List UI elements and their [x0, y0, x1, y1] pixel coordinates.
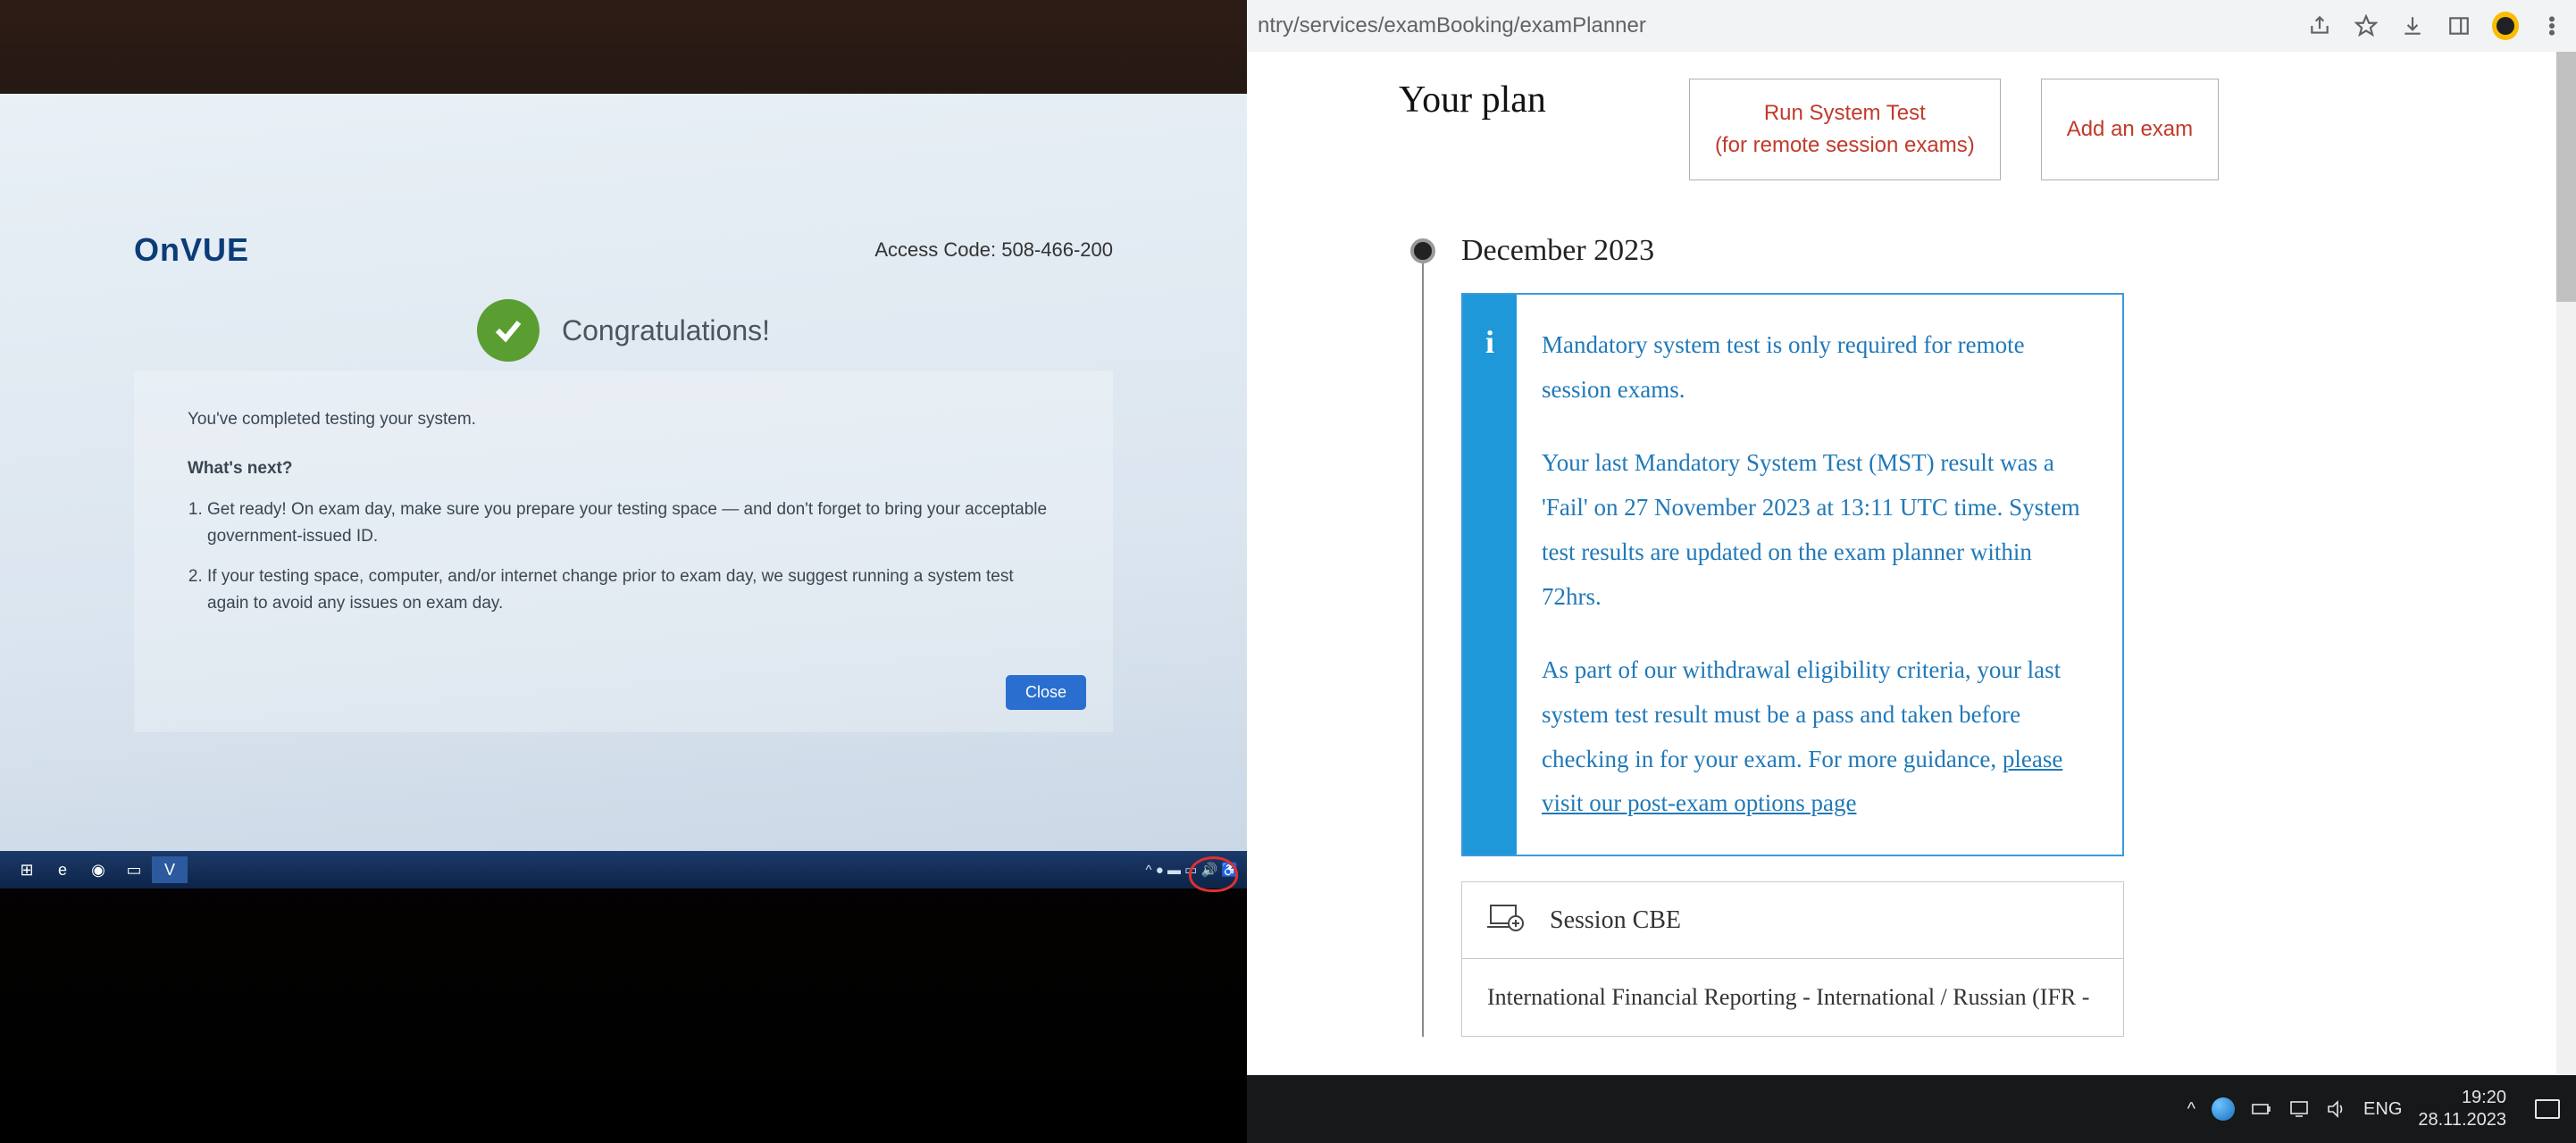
explorer-icon[interactable]: ▭: [116, 856, 152, 883]
info-p3: As part of our withdrawal eligibility cr…: [1542, 648, 2097, 827]
hand-drawn-circle: [1189, 856, 1238, 892]
add-exam-button[interactable]: Add an exam: [2041, 79, 2219, 180]
tray-volume-icon[interactable]: [2326, 1098, 2347, 1120]
onvue-task-icon[interactable]: V: [152, 856, 188, 883]
windows-start-icon[interactable]: ⊞: [9, 856, 45, 883]
access-code-value: 508-466-200: [1001, 238, 1113, 261]
congrats-row: Congratulations!: [134, 299, 1113, 362]
onvue-logo: OnVUE: [134, 231, 249, 269]
laptop-screen: OnVUE Access Code: 508-466-200 Congratul…: [0, 94, 1247, 889]
profile-avatar[interactable]: [2492, 13, 2519, 39]
onvue-header: OnVUE Access Code: 508-466-200: [0, 210, 1247, 290]
onvue-panel: You've completed testing your system. Wh…: [134, 371, 1113, 732]
chrome-icon[interactable]: ◉: [80, 856, 116, 883]
page-title: Your plan: [1399, 79, 1546, 121]
session-title: Session CBE: [1550, 906, 1681, 935]
step-1: Get ready! On exam day, make sure you pr…: [207, 496, 1059, 551]
tray-chevron-icon[interactable]: ^: [2187, 1099, 2195, 1120]
checkmark-icon: [477, 299, 539, 362]
step-2: If your testing space, computer, and/or …: [207, 563, 1059, 618]
tray-time: 19:20: [2418, 1087, 2506, 1109]
star-icon[interactable]: [2353, 13, 2379, 39]
access-code: Access Code: 508-466-200: [874, 238, 1113, 262]
info-icon: i: [1463, 295, 1517, 855]
run-system-test-l2: (for remote session exams): [1715, 129, 1975, 162]
tray-clock[interactable]: 19:20 28.11.2023: [2418, 1087, 2506, 1131]
whats-next-heading: What's next?: [188, 455, 1059, 482]
info-p2: Your last Mandatory System Test (MST) re…: [1542, 441, 2097, 620]
tray-notifications-icon[interactable]: [2535, 1099, 2560, 1119]
download-icon[interactable]: [2399, 13, 2426, 39]
info-card: i Mandatory system test is only required…: [1461, 293, 2124, 856]
month-heading: December 2023: [1461, 234, 2397, 268]
timeline-line: [1422, 246, 1424, 1037]
close-button[interactable]: Close: [1006, 675, 1086, 710]
kebab-menu-icon[interactable]: [2538, 13, 2565, 39]
tray-language[interactable]: ENG: [2363, 1099, 2402, 1120]
laptop-photo: OnVUE Access Code: 508-466-200 Congratul…: [0, 0, 1247, 1143]
completed-line: You've completed testing your system.: [188, 406, 1059, 433]
windows-taskbar: ^ ENG 19:20 28.11.2023: [1247, 1075, 2576, 1143]
tray-monitor-icon[interactable]: [2288, 1098, 2310, 1120]
share-icon[interactable]: [2306, 13, 2333, 39]
access-code-label: Access Code:: [874, 238, 996, 261]
chrome-toolbar: ntry/services/examBooking/examPlanner: [1247, 0, 2576, 52]
congrats-heading: Congratulations!: [562, 314, 770, 347]
address-bar[interactable]: ntry/services/examBooking/examPlanner: [1258, 13, 2296, 38]
panel-icon[interactable]: [2446, 13, 2472, 39]
tray-network-icon[interactable]: [2212, 1097, 2235, 1121]
info-p3-text: As part of our withdrawal eligibility cr…: [1542, 656, 2061, 772]
tray-battery-icon[interactable]: [2251, 1098, 2272, 1120]
session-card: Session CBE International Financial Repo…: [1461, 881, 2124, 1037]
browser-window: ntry/services/examBooking/examPlanner Yo…: [1247, 0, 2576, 1143]
edge-icon[interactable]: e: [45, 856, 80, 883]
laptop-taskbar: ⊞ e ◉ ▭ V ^ ● ▬ ▭ 🔊 ♿: [0, 851, 1247, 889]
run-system-test-button[interactable]: Run System Test (for remote session exam…: [1689, 79, 2001, 180]
info-p1: Mandatory system test is only required f…: [1542, 323, 2097, 413]
page-content: Your plan Run System Test (for remote se…: [1247, 52, 2576, 1143]
timeline: December 2023 i Mandatory system test is…: [1399, 234, 2397, 1037]
run-system-test-l1: Run System Test: [1764, 101, 1926, 125]
timeline-dot: [1410, 238, 1435, 263]
session-cbe-icon: [1487, 902, 1525, 939]
session-exam-name: International Financial Reporting - Inte…: [1462, 959, 2123, 1036]
tray-date: 28.11.2023: [2418, 1109, 2506, 1131]
